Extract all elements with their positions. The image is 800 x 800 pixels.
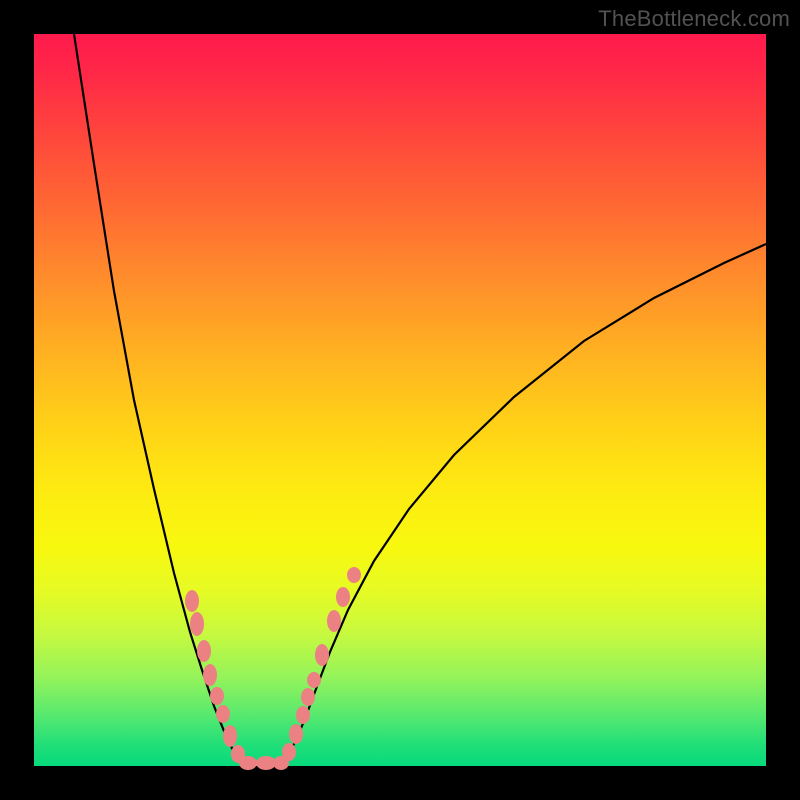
beads-group (185, 567, 361, 770)
bead-right-2 (296, 706, 310, 724)
curve-group (74, 34, 766, 766)
plot-area (34, 34, 766, 766)
curve-right-branch (281, 244, 766, 766)
outer-frame: TheBottleneck.com (0, 0, 800, 800)
bead-floor-0 (239, 756, 257, 770)
bead-left-6 (223, 725, 237, 747)
bead-right-3 (301, 688, 315, 706)
curve-left-branch (74, 34, 244, 766)
chart-svg (34, 34, 766, 766)
watermark-text: TheBottleneck.com (598, 6, 790, 32)
bead-left-5 (216, 705, 230, 723)
bead-right-8 (347, 567, 361, 583)
bead-left-4 (210, 687, 224, 705)
bead-right-1 (289, 724, 303, 744)
bead-left-0 (185, 590, 199, 612)
bead-right-6 (327, 610, 341, 632)
bead-right-7 (336, 587, 350, 607)
bead-left-3 (203, 664, 217, 686)
bead-floor-2 (273, 756, 289, 770)
bead-left-2 (197, 640, 211, 662)
bead-left-1 (190, 612, 204, 636)
bead-right-4 (307, 672, 321, 688)
bead-right-5 (315, 644, 329, 666)
